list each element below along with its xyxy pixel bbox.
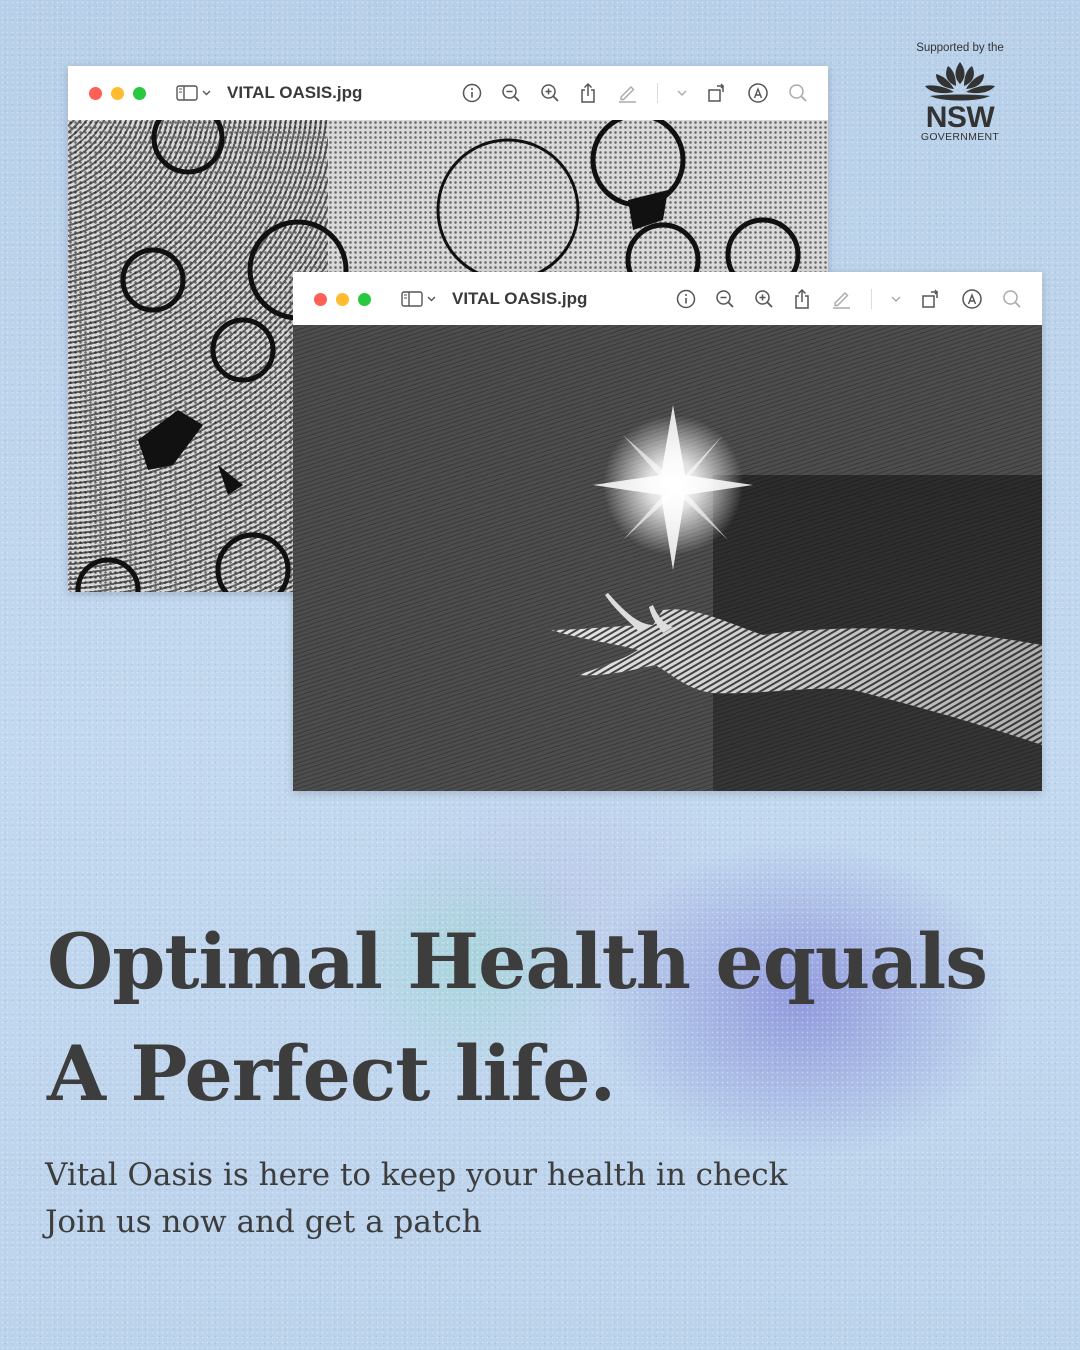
sidebar-icon — [176, 85, 198, 101]
search-icon — [1003, 290, 1021, 308]
chevron-down-icon — [202, 90, 211, 96]
info-icon — [676, 289, 696, 309]
supported-by-label: Supported by the — [916, 42, 1004, 54]
markup-button[interactable] — [961, 288, 983, 310]
sidebar-toggle-button[interactable] — [401, 291, 436, 307]
share-button[interactable] — [579, 82, 597, 104]
traffic-lights — [89, 86, 146, 100]
zoom-out-button[interactable] — [501, 83, 521, 103]
zoom-button[interactable] — [358, 292, 371, 306]
markup-icon — [748, 83, 768, 103]
markup-pen-button[interactable] — [830, 288, 852, 310]
window-toolbar — [462, 82, 808, 104]
zoom-out-button[interactable] — [715, 289, 735, 309]
zoom-out-icon — [502, 84, 520, 102]
zoom-in-icon — [755, 290, 773, 308]
toolbar-divider — [871, 289, 872, 309]
headline-line-1: Optimal Health equals — [47, 917, 988, 1006]
rotate-icon — [922, 289, 938, 308]
markup-button[interactable] — [747, 82, 769, 104]
subtext: Vital Oasis is here to keep your health … — [45, 1152, 787, 1246]
zoom-in-icon — [541, 84, 559, 102]
toolbar-divider — [657, 83, 658, 103]
close-button[interactable] — [314, 292, 327, 306]
sidebar-icon — [401, 291, 423, 307]
share-button[interactable] — [793, 288, 811, 310]
markup-menu-button[interactable] — [677, 90, 687, 96]
headline-line-2: A Perfect life. — [47, 1029, 616, 1118]
markup-icon — [962, 289, 982, 309]
rotate-icon — [708, 83, 724, 102]
close-button[interactable] — [89, 86, 102, 100]
zoom-in-button[interactable] — [540, 83, 560, 103]
rotate-button[interactable] — [706, 82, 728, 104]
window-toolbar — [676, 288, 1022, 310]
sidebar-toggle-button[interactable] — [176, 85, 211, 101]
preview-window-front[interactable]: VITAL OASIS.jpg — [293, 272, 1042, 791]
rotate-button[interactable] — [920, 288, 942, 310]
search-icon — [789, 84, 807, 102]
window-title: VITAL OASIS.jpg — [227, 83, 363, 102]
halftone-hand-light-image — [293, 325, 1042, 791]
chevron-down-icon — [677, 90, 687, 96]
info-button[interactable] — [462, 83, 482, 103]
markup-menu-button[interactable] — [891, 296, 901, 302]
markup-pen-icon — [619, 86, 636, 103]
window-title: VITAL OASIS.jpg — [452, 289, 588, 308]
window-titlebar[interactable]: VITAL OASIS.jpg — [293, 272, 1042, 326]
markup-pen-icon — [833, 292, 850, 309]
info-button[interactable] — [676, 289, 696, 309]
search-button[interactable] — [1002, 289, 1022, 309]
nsw-government-logo: Supported by the NSW GOVERNMENT — [905, 42, 1015, 143]
zoom-out-icon — [716, 290, 734, 308]
share-icon — [795, 288, 809, 309]
markup-pen-button[interactable] — [616, 82, 638, 104]
subtext-line-1: Vital Oasis is here to keep your health … — [45, 1157, 788, 1193]
nsw-wordmark: NSW — [925, 101, 995, 134]
window-titlebar[interactable]: VITAL OASIS.jpg — [68, 66, 828, 120]
minimize-button[interactable] — [111, 86, 124, 100]
minimize-button[interactable] — [336, 292, 349, 306]
info-icon — [462, 83, 482, 103]
chevron-down-icon — [891, 296, 901, 302]
headline: Optimal Health equals A Perfect life. — [47, 906, 988, 1130]
waratah-icon — [925, 62, 995, 101]
chevron-down-icon — [427, 296, 436, 302]
share-icon — [581, 82, 595, 103]
subtext-line-2: Join us now and get a patch — [45, 1204, 482, 1240]
government-label: GOVERNMENT — [920, 131, 1000, 143]
search-button[interactable] — [788, 83, 808, 103]
traffic-lights — [314, 292, 371, 306]
zoom-button[interactable] — [133, 86, 146, 100]
zoom-in-button[interactable] — [754, 289, 774, 309]
